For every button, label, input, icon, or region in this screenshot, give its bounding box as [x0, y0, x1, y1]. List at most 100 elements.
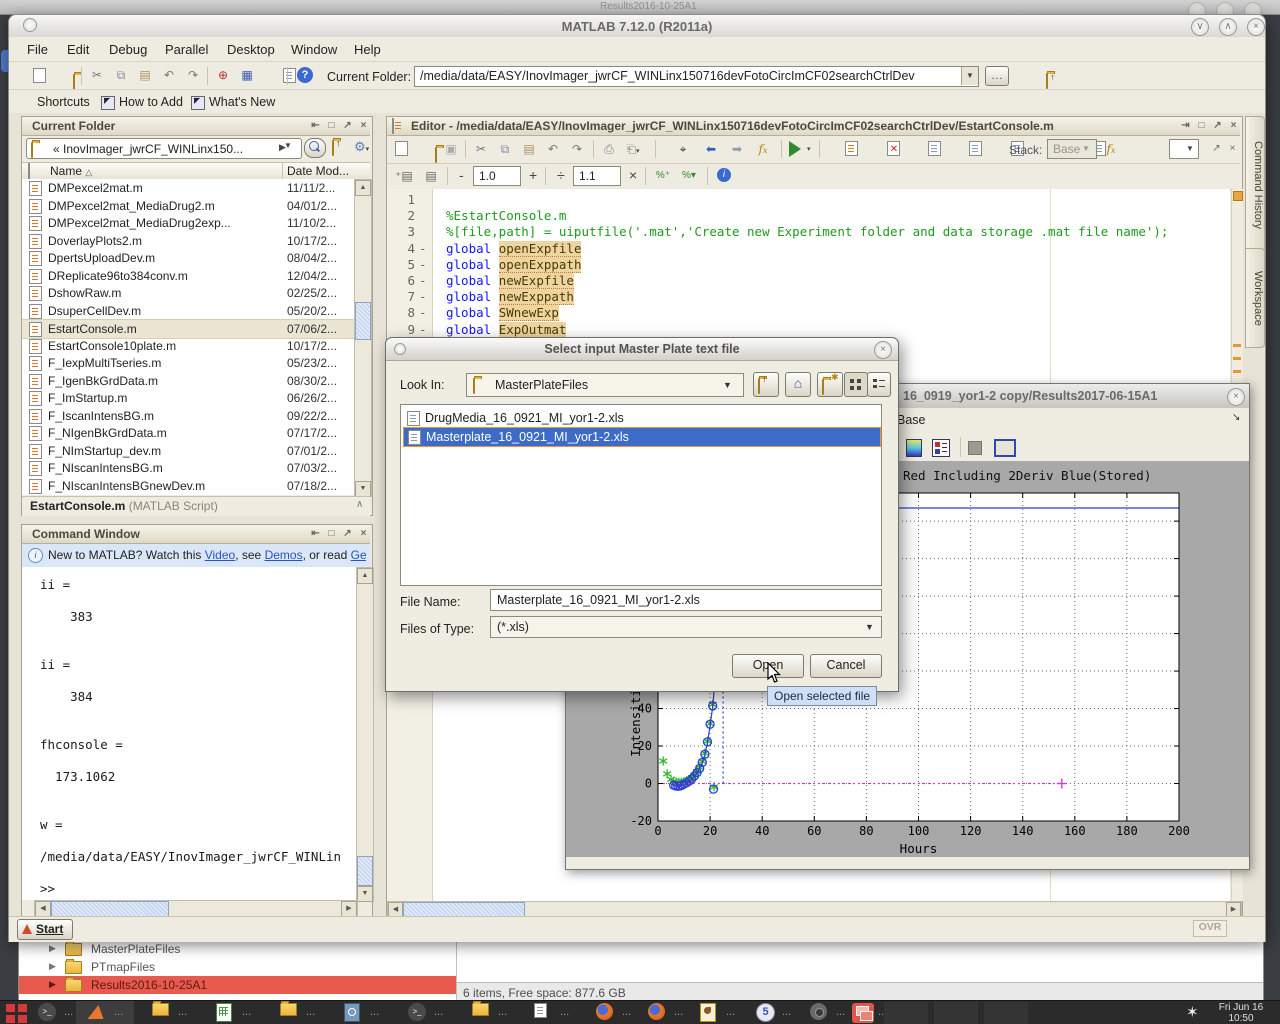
code-line[interactable]: 5-global openExppath: [387, 257, 1230, 273]
analyzer-tick[interactable]: [1233, 370, 1241, 373]
step-icon[interactable]: [928, 141, 941, 156]
cell-divider-icon[interactable]: ▤: [423, 168, 439, 184]
current-folder-header[interactable]: Current Folder ⇤ □ ↗ ×: [22, 117, 370, 136]
combo-dropdown-icon[interactable]: ▼: [723, 380, 732, 390]
run-dropdown-icon[interactable]: ▾: [807, 145, 811, 153]
figure-menu-text[interactable]: Base: [897, 413, 926, 427]
search-button[interactable]: [304, 138, 326, 158]
up-folder-button[interactable]: ↑: [753, 372, 779, 397]
clear-breakpoints-icon[interactable]: ✕: [887, 141, 900, 156]
grid-view-toggle[interactable]: [844, 372, 868, 397]
scroll-left-arrow[interactable]: ◀: [35, 901, 51, 917]
shortcut-whats-new[interactable]: What's New: [209, 95, 275, 109]
close-button[interactable]: ×: [1247, 18, 1265, 36]
file-row[interactable]: F_NIscanIntensBGnewDev.m07/18/2...: [22, 477, 354, 495]
taskbar-item-firefox-2[interactable]: [648, 1003, 665, 1020]
taskbar-item-document-viewer[interactable]: [344, 1003, 360, 1022]
scroll-right-arrow[interactable]: ▶: [1226, 902, 1241, 917]
undo-icon[interactable]: ↶: [545, 141, 561, 157]
undock-icon[interactable]: ↗: [340, 117, 355, 134]
collapse-detail-icon[interactable]: ∧: [356, 499, 363, 510]
code-line[interactable]: 6-global newExpfile: [387, 273, 1230, 289]
file-row[interactable]: F_NImStartup_dev.m07/01/2...: [22, 442, 354, 460]
percent-plus-icon[interactable]: %⁺: [655, 168, 671, 184]
menu-file[interactable]: File: [27, 42, 48, 57]
file-row[interactable]: F_ImStartup.m06/26/2...: [22, 389, 354, 407]
menu-debug[interactable]: Debug: [109, 42, 147, 57]
start-button[interactable]: Start: [17, 919, 73, 940]
video-link[interactable]: Video: [205, 548, 235, 562]
figure-close-icon[interactable]: ×: [1227, 388, 1245, 406]
file-row[interactable]: DMPexcel2mat_MediaDrug2exp...11/10/2...: [22, 214, 354, 232]
scroll-left-arrow[interactable]: ◀: [388, 902, 403, 917]
maximize-panel-icon[interactable]: □: [1194, 117, 1209, 134]
taskbar-item-folder-window[interactable]: [280, 1003, 297, 1016]
minimize-button[interactable]: ∨: [1191, 18, 1209, 36]
taskbar-item-firefox[interactable]: [596, 1003, 613, 1020]
new-file-icon[interactable]: [33, 68, 46, 83]
file-row[interactable]: DpertsUploadDev.m08/04/2...: [22, 249, 354, 267]
scroll-right-arrow[interactable]: ▶: [341, 901, 357, 917]
tree-row[interactable]: ▶Results2016-10-25A1: [19, 976, 456, 994]
getting-started-link[interactable]: Ge: [351, 548, 366, 562]
code-line[interactable]: 9-global ExpOutmat: [387, 322, 1230, 338]
dock-figure-icon[interactable]: ↘: [1232, 412, 1240, 423]
close-panel-icon[interactable]: ×: [356, 117, 371, 134]
analyzer-tick[interactable]: [1233, 357, 1241, 360]
cut-icon[interactable]: ✂: [473, 141, 489, 157]
redo-icon[interactable]: ↷: [185, 67, 201, 83]
code-line[interactable]: 3%[file,path] = uiputfile('.mat','Create…: [387, 224, 1230, 240]
file-row[interactable]: F_IgenBkGrdData.m08/30/2...: [22, 372, 354, 390]
scrollbar-thumb[interactable]: [403, 902, 525, 917]
editor-close-icon[interactable]: ×: [1225, 140, 1240, 157]
tree-row[interactable]: ▶MasterPlateFiles: [19, 940, 456, 958]
dialog-close-icon[interactable]: ×: [874, 341, 892, 359]
analyzer-summary-box[interactable]: [1233, 191, 1243, 201]
tab-command-history[interactable]: Command History: [1245, 116, 1265, 254]
name-column-header[interactable]: Name △: [50, 164, 92, 178]
file-row[interactable]: DsuperCellDev.m05/20/2...: [22, 302, 354, 320]
taskbar-item-terminal-2[interactable]: >_: [408, 1003, 426, 1021]
stack-combobox[interactable]: Base ▼: [1047, 139, 1097, 159]
demos-link[interactable]: Demos: [265, 548, 303, 562]
breadcrumb-dropdown-icon[interactable]: ▼: [284, 141, 292, 150]
menu-parallel[interactable]: Parallel: [165, 42, 208, 57]
list-view-toggle[interactable]: [867, 372, 891, 397]
folder-up-icon[interactable]: ↑: [332, 140, 334, 156]
taskbar-item-text-editor[interactable]: [534, 1003, 547, 1018]
tree-row[interactable]: ▶PTmapFiles: [19, 958, 456, 976]
profiler-icon[interactable]: [283, 68, 296, 83]
print-preview-icon[interactable]: ⎗▾: [625, 141, 641, 157]
info-button[interactable]: i: [717, 168, 731, 182]
menu-window[interactable]: Window: [291, 42, 337, 57]
multiply-button[interactable]: ×: [629, 167, 637, 183]
scrollbar-thumb[interactable]: [51, 901, 169, 917]
decrease-value-button[interactable]: -: [459, 167, 464, 183]
file-row[interactable]: F_IscanIntensBG.m09/22/2...: [22, 407, 354, 425]
taskbar-item-screenshot-tool[interactable]: [810, 1003, 827, 1020]
file-row[interactable]: EstartConsole10plate.m10/17/2...: [22, 337, 354, 355]
close-panel-icon[interactable]: ×: [1226, 117, 1241, 134]
percent-menu-icon[interactable]: %▾: [681, 168, 697, 184]
dock-left-icon[interactable]: ⇤: [308, 525, 323, 542]
property-editor-icon[interactable]: [932, 439, 950, 457]
taskbar-item-spreadsheet[interactable]: [216, 1003, 232, 1022]
open-file-icon[interactable]: [73, 74, 75, 90]
editor-header[interactable]: Editor - /media/data/EASY/InovImager_jwr…: [387, 117, 1240, 136]
file-row[interactable]: F_IexpMultiTseries.m05/23/2...: [22, 354, 354, 372]
expander-icon[interactable]: ▶: [49, 979, 56, 990]
code-line[interactable]: 1: [387, 192, 1230, 208]
set-breakpoint-icon[interactable]: [845, 141, 858, 156]
menu-edit[interactable]: Edit: [67, 42, 89, 57]
menu-help[interactable]: Help: [354, 42, 381, 57]
simulink-icon[interactable]: ⊕: [215, 67, 231, 83]
undock-icon[interactable]: ↗: [1210, 117, 1225, 134]
file-name-input[interactable]: Masterplate_16_0921_MI_yor1-2.xls: [490, 589, 882, 611]
scroll-down-arrow[interactable]: ▼: [357, 886, 373, 902]
scrollbar-thumb[interactable]: [357, 856, 373, 886]
menu-desktop[interactable]: Desktop: [227, 42, 275, 57]
expander-icon[interactable]: ▶: [49, 961, 56, 972]
file-row[interactable]: DoverlayPlots2.m10/17/2...: [22, 232, 354, 250]
save-icon[interactable]: ▣: [443, 141, 459, 157]
maximize-panel-icon[interactable]: □: [324, 117, 339, 134]
